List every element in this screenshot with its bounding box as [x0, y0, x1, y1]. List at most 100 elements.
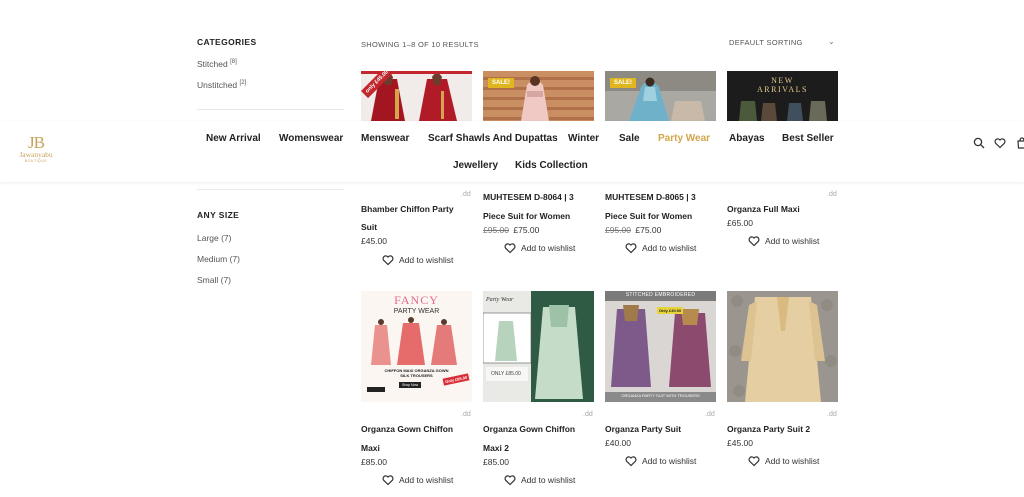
search-icon[interactable] [973, 137, 985, 149]
heart-icon [625, 243, 637, 254]
nav-scarf-shawls-dupattas[interactable]: Scarf Shawls And Dupattas [428, 133, 558, 144]
add-to-wishlist-button[interactable]: Add to wishlist [748, 455, 819, 467]
add-to-wishlist-button[interactable]: Add to wishlist [382, 474, 453, 486]
category-label: Unstitched [197, 80, 238, 90]
add-to-wishlist-button[interactable]: Add to wishlist [504, 242, 575, 254]
add-to-wishlist-button[interactable]: Add to wishlist [504, 474, 575, 486]
product-title-cont[interactable]: Maxi [361, 443, 380, 453]
nav-womenswear[interactable]: Womenswear [279, 133, 343, 144]
add-to-wishlist-button[interactable]: Add to wishlist [625, 455, 696, 467]
nav-sale[interactable]: Sale [619, 133, 640, 144]
product-price: £95.00 £75.00 [483, 225, 539, 235]
add-to-wishlist-button[interactable]: Add to wishlist [382, 254, 453, 266]
image-bottom-text: ORGANZA PARTY SUIT WITH TROUSERS [621, 393, 700, 398]
nav-menswear[interactable]: Menswear [361, 133, 409, 144]
product-price: £40.00 [605, 438, 631, 448]
nav-jewellery[interactable]: Jewellery [453, 160, 498, 171]
product-title[interactable]: Organza Full Maxi [727, 204, 800, 214]
heart-icon [748, 456, 760, 467]
site-logo[interactable]: JB Jawanyabu BOUTIQUE [14, 133, 58, 163]
product-price: £65.00 [727, 218, 753, 228]
category-count: [8] [230, 59, 237, 65]
logo-subtitle: BOUTIQUE [24, 159, 48, 163]
product-title[interactable]: Organza Gown Chiffon [361, 424, 453, 434]
heart-icon [625, 456, 637, 467]
sale-price: £75.00 [513, 225, 540, 235]
heart-icon [504, 243, 516, 254]
image-top-text: STITCHED EMBROIDERED [625, 292, 696, 298]
product-image[interactable]: FANCY PARTY WEAR CHIFFON MAXI ORGANZA GO… [361, 291, 472, 402]
wishlist-label: Add to wishlist [642, 243, 697, 253]
product-title-cont[interactable]: Suit [361, 222, 377, 232]
product-price: £45.00 [361, 236, 387, 246]
size-large[interactable]: Large (7) [197, 233, 232, 243]
wishlist-label: Add to wishlist [765, 236, 820, 246]
logo-name: Jawanyabu [19, 150, 53, 159]
product-price: £85.00 [483, 457, 509, 467]
image-shop-button: Shop Now [399, 382, 422, 388]
heart-icon [748, 236, 760, 247]
image-alt-text: .dd [461, 191, 471, 198]
chevron-down-icon: ⌄ [827, 37, 835, 46]
heart-icon [504, 475, 516, 486]
image-alt-text: .dd [827, 191, 837, 198]
product-title-cont[interactable]: Piece Suit for Women [605, 211, 692, 221]
category-count: [2] [239, 80, 247, 86]
product-title[interactable]: Organza Gown Chiffon [483, 424, 575, 434]
category-stitched[interactable]: Stitched [8] [197, 59, 237, 69]
product-image[interactable] [727, 291, 838, 402]
heart-icon [382, 255, 394, 266]
nav-winter[interactable]: Winter [568, 133, 599, 144]
sorting-value: DEFAULT SORTING [729, 38, 803, 47]
product-image[interactable]: SALE! [483, 71, 594, 121]
image-script-text: Party Wear [486, 297, 514, 303]
nav-new-arrival[interactable]: New Arrival [206, 133, 261, 144]
results-count: SHOWING 1–8 OF 10 RESULTS [361, 40, 479, 49]
product-title[interactable]: Bhamber Chiffon Party [361, 204, 454, 214]
old-price: £95.00 [605, 225, 631, 235]
image-price-text: ONLY £85.00 [491, 371, 521, 377]
product-image[interactable]: SALE! [605, 71, 716, 121]
sale-price: £75.00 [635, 225, 662, 235]
old-price: £95.00 [483, 225, 509, 235]
product-image[interactable]: STITCHED EMBROIDERED Only £40.00 ORGANZA… [605, 291, 716, 402]
wishlist-label: Add to wishlist [521, 243, 576, 253]
nav-kids-collection[interactable]: Kids Collection [515, 160, 588, 171]
add-to-wishlist-button[interactable]: Add to wishlist [748, 235, 819, 247]
sorting-select[interactable]: DEFAULT SORTING ⌄ [729, 37, 837, 50]
product-title[interactable]: MUHTESEM D-8064 | 3 [483, 192, 574, 202]
cart-icon[interactable] [1016, 137, 1024, 149]
product-title[interactable]: MUHTESEM D-8065 | 3 [605, 192, 696, 202]
product-title-cont[interactable]: Piece Suit for Women [483, 211, 570, 221]
product-image[interactable]: Party Wear ONLY £85.00 [483, 291, 594, 402]
category-label: Stitched [197, 59, 228, 69]
image-alt-text: .dd [827, 411, 837, 418]
logo-monogram: JB [28, 133, 45, 152]
add-to-wishlist-button[interactable]: Add to wishlist [625, 242, 696, 254]
wishlist-label: Add to wishlist [642, 456, 697, 466]
sidebar-divider [197, 189, 344, 190]
product-price: £45.00 [727, 438, 753, 448]
category-unstitched[interactable]: Unstitched [2] [197, 80, 246, 90]
nav-best-seller[interactable]: Best Seller [782, 133, 834, 144]
price-badge: Only £40.00 [657, 307, 684, 314]
size-medium[interactable]: Medium (7) [197, 254, 240, 264]
site-header: JB Jawanyabu BOUTIQUE [0, 121, 1024, 182]
wishlist-label: Add to wishlist [399, 475, 454, 485]
product-title[interactable]: Organza Party Suit [605, 424, 681, 434]
image-alt-text: .dd [461, 411, 471, 418]
product-price: £95.00 £75.00 [605, 225, 661, 235]
product-title-cont[interactable]: Maxi 2 [483, 443, 509, 453]
product-title[interactable]: Organza Party Suit 2 [727, 424, 810, 434]
sale-badge: SALE! [488, 78, 514, 88]
nav-abayas[interactable]: Abayas [729, 133, 765, 144]
sidebar-divider [197, 109, 344, 110]
product-image[interactable]: only £45.00 [361, 71, 472, 121]
categories-title: CATEGORIES [197, 37, 257, 47]
product-image[interactable]: NEW ARRIVALS [727, 71, 838, 121]
heart-icon[interactable] [994, 137, 1006, 149]
size-small[interactable]: Small (7) [197, 275, 231, 285]
nav-party-wear[interactable]: Party Wear [658, 133, 710, 144]
size-title: ANY SIZE [197, 210, 240, 220]
heart-icon [382, 475, 394, 486]
